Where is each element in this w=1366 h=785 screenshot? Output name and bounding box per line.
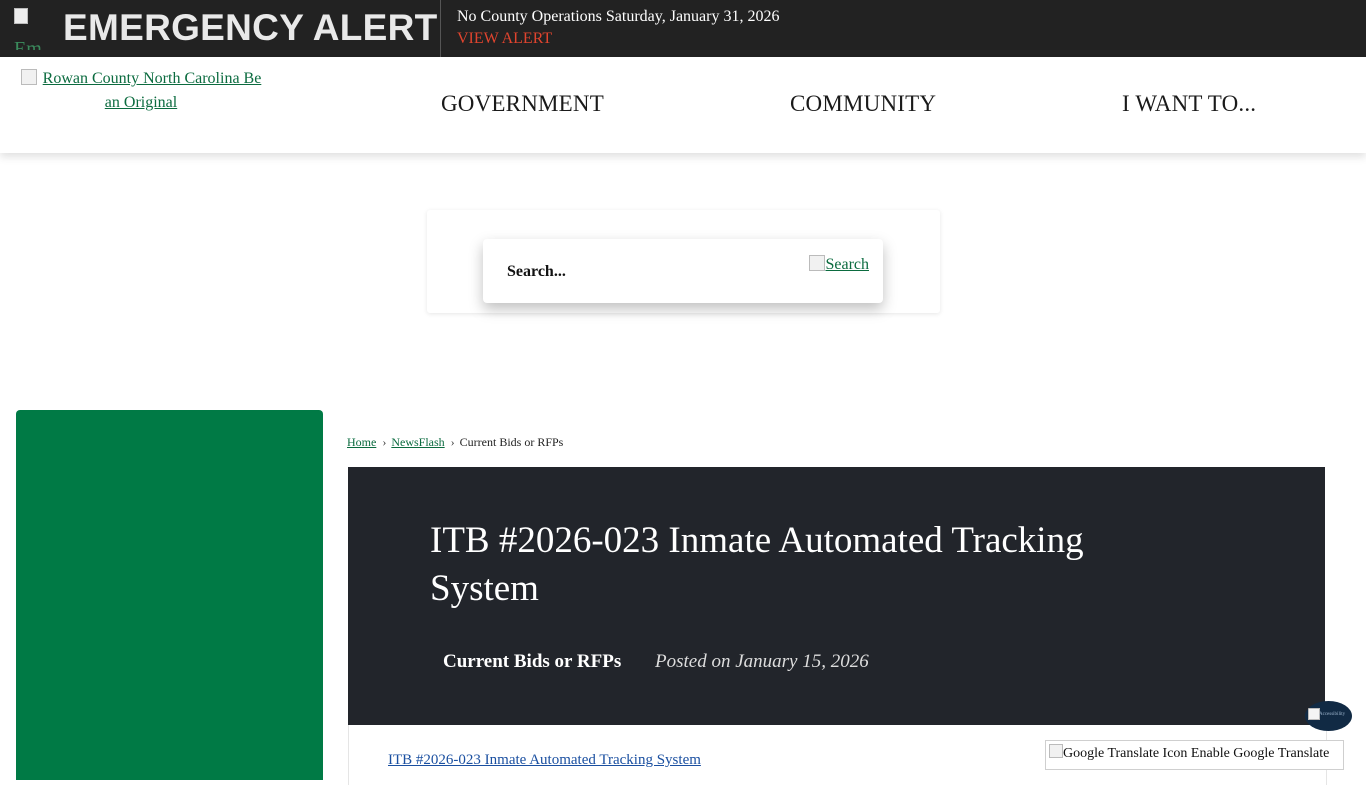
translate-label: Google Translate Icon Enable Google Tran… — [1063, 746, 1330, 761]
view-alert-link[interactable]: VIEW ALERT — [457, 29, 552, 49]
nav-community[interactable]: COMMUNITY — [790, 91, 936, 117]
breadcrumb-separator: › — [382, 435, 387, 449]
breadcrumb-separator: › — [450, 435, 455, 449]
search-button-label: Search — [825, 256, 869, 273]
nav-government[interactable]: GOVERNMENT — [441, 91, 604, 117]
translate-icon — [1049, 744, 1063, 758]
article-document-link[interactable]: ITB #2026-023 Inmate Automated Tracking … — [388, 752, 701, 769]
site-header: Rowan County North Carolina Be an Origin… — [0, 57, 1366, 153]
accessibility-widget-alt: Accessibility — [1319, 712, 1346, 717]
broken-image-icon — [14, 8, 28, 24]
search-icon — [809, 255, 826, 271]
alert-title: EMERGENCY ALERT — [63, 7, 438, 48]
alert-icon: Em — [14, 8, 56, 50]
nav-i-want-to[interactable]: I WANT TO... — [1122, 91, 1256, 117]
breadcrumb-home[interactable]: Home — [347, 435, 376, 449]
article-hero: ITB #2026-023 Inmate Automated Tracking … — [348, 467, 1325, 725]
sidebar-panel — [16, 410, 323, 780]
google-translate-button[interactable]: Google Translate Icon Enable Google Tran… — [1045, 740, 1344, 770]
article-posted-date: Posted on January 15, 2026 — [655, 651, 869, 672]
search-box: Search — [483, 239, 883, 303]
alert-divider — [440, 0, 441, 57]
breadcrumb: Home › NewsFlash › Current Bids or RFPs — [347, 435, 563, 450]
accessibility-widget-button[interactable]: Accessibility — [1305, 701, 1352, 731]
article-category[interactable]: Current Bids or RFPs — [443, 651, 621, 673]
search-input[interactable] — [505, 257, 799, 287]
logo-link[interactable]: Rowan County North Carolina Be an Origin… — [43, 70, 262, 111]
broken-image-icon — [20, 69, 37, 85]
site-logo[interactable]: Rowan County North Carolina Be an Origin… — [16, 67, 266, 115]
breadcrumb-current: Current Bids or RFPs — [459, 435, 564, 449]
breadcrumb-newsflash[interactable]: NewsFlash — [391, 435, 444, 449]
search-button[interactable]: Search — [809, 255, 869, 274]
article-title: ITB #2026-023 Inmate Automated Tracking … — [430, 520, 1084, 609]
search-panel: Search — [427, 210, 940, 313]
alert-message: No County Operations Saturday, January 3… — [457, 8, 780, 25]
alert-icon-alt: Em — [14, 38, 42, 50]
emergency-alert-bar: Em EMERGENCY ALERT No County Operations … — [0, 0, 1366, 57]
